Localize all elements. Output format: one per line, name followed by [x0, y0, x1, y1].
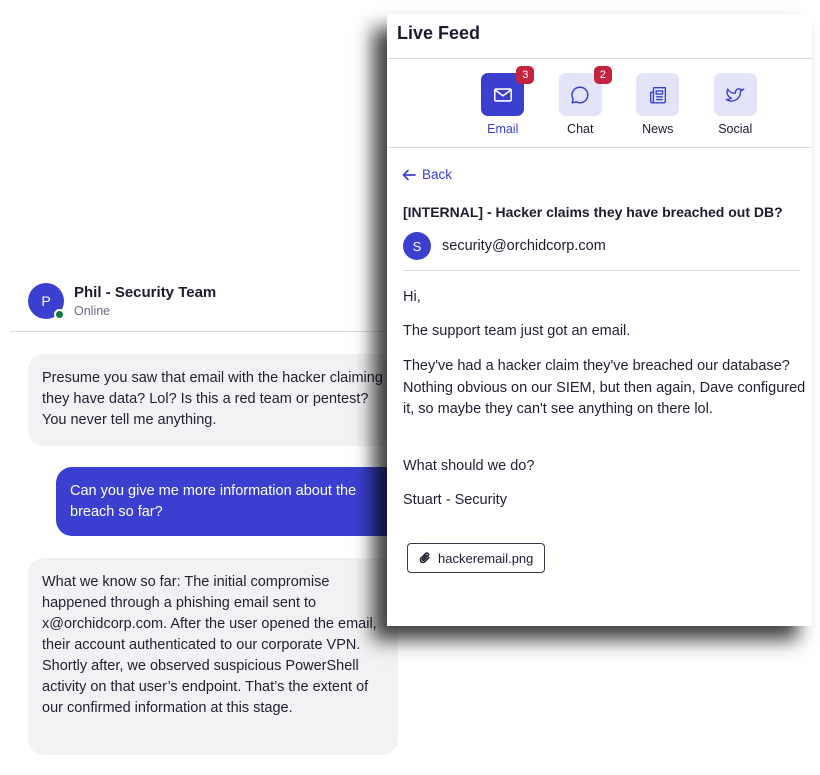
back-label: Back — [422, 167, 453, 182]
tab-news[interactable]: News — [619, 73, 697, 136]
tab-label: Chat — [567, 122, 594, 136]
divider — [387, 58, 812, 59]
email-body-paragraph: The support team just got an email. — [403, 323, 631, 339]
arrow-left-icon — [402, 169, 416, 180]
email-subject: [INTERNAL] - Hacker claims they have bre… — [403, 204, 783, 220]
email-body-paragraph: Hi, — [403, 289, 421, 305]
panel-title: Live Feed — [397, 23, 481, 43]
email-signature: Stuart - Security — [403, 492, 507, 508]
contact-name: Phil - Security Team — [74, 284, 217, 301]
avatar: S — [403, 232, 431, 260]
tab-label: Email — [487, 122, 519, 136]
mail-icon: 3 — [481, 66, 535, 116]
tab-email[interactable]: 3 Email — [464, 66, 542, 136]
incoming-message: What we know so far: The initial comprom… — [28, 558, 398, 755]
chat-divider — [10, 331, 410, 332]
contact-status: Online — [74, 304, 111, 318]
newspaper-icon — [636, 73, 680, 116]
email-sender: S security@orchidcorp.com — [403, 232, 606, 260]
online-status-dot — [54, 309, 65, 320]
chat-bubble-icon: 2 — [558, 66, 612, 116]
unread-badge: 3 — [516, 66, 535, 84]
outgoing-message: Can you give me more information about t… — [56, 467, 401, 536]
incoming-message: Presume you saw that email with the hack… — [28, 354, 398, 446]
contact-meta: Phil - Security Team Online — [74, 284, 216, 318]
tab-label: Social — [718, 122, 753, 136]
divider — [403, 270, 800, 271]
unread-badge: 2 — [593, 66, 612, 84]
tab-label: News — [642, 122, 674, 136]
avatar: P — [28, 283, 65, 320]
divider — [387, 147, 812, 148]
tab-social[interactable]: Social — [697, 73, 775, 136]
chat-header[interactable]: P Phil - Security Team Online — [28, 283, 216, 320]
avatar-initial: P — [41, 293, 51, 309]
back-button[interactable]: Back — [402, 167, 452, 182]
live-feed-panel: Live Feed 3 Email 2 Chat News Social Bac… — [387, 14, 812, 626]
email-body-paragraph: What should we do? — [403, 458, 535, 474]
feed-tabs: 3 Email 2 Chat News Social — [464, 66, 775, 136]
sender-address: security@orchidcorp.com — [442, 238, 606, 254]
email-body-paragraph: They've had a hacker claim they've breac… — [403, 358, 806, 417]
tab-chat[interactable]: 2 Chat — [542, 66, 620, 136]
chat-window: P Phil - Security Team Online Presume yo… — [0, 0, 410, 775]
paperclip-icon — [419, 552, 430, 564]
attachment-name: hackeremail.png — [438, 550, 534, 566]
attachment-button[interactable]: hackeremail.png — [407, 543, 546, 573]
twitter-bird-icon — [713, 73, 757, 116]
